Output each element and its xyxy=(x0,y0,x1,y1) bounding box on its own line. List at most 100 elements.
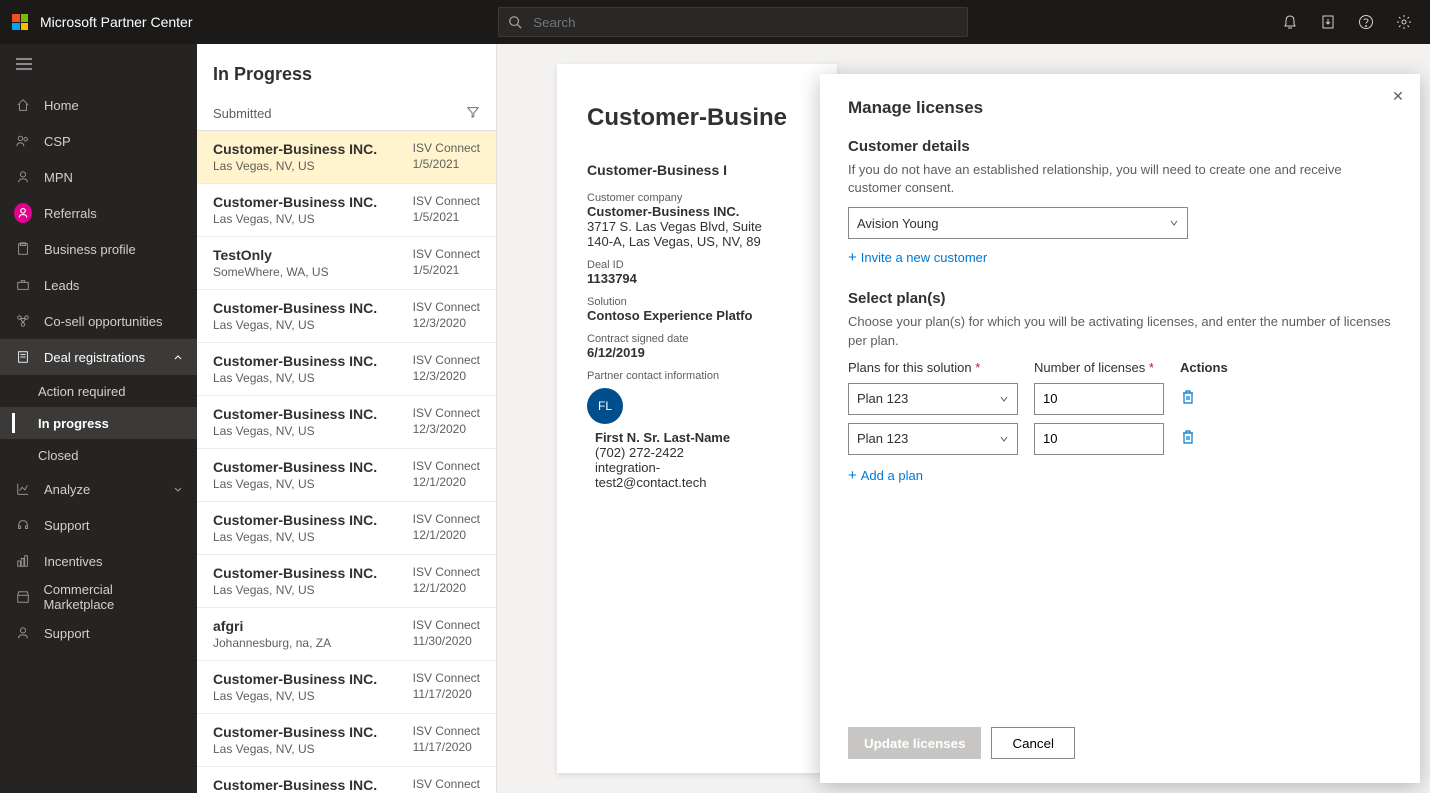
close-icon[interactable]: ✕ xyxy=(1384,82,1412,110)
customer-select[interactable]: Avision Young xyxy=(848,207,1188,239)
home-icon xyxy=(14,98,32,112)
deal-item[interactable]: Customer-Business INC. Las Vegas, NV, US… xyxy=(197,131,496,184)
detail-subtitle: Customer-Business I xyxy=(587,162,807,178)
plus-icon: + xyxy=(848,467,857,484)
nav-label: Incentives xyxy=(44,554,103,569)
chevron-down-icon xyxy=(999,434,1009,444)
avatar: FL xyxy=(587,388,623,424)
nav-support-2[interactable]: Support xyxy=(0,615,197,651)
add-plan-link[interactable]: + Add a plan xyxy=(848,467,923,484)
filter-icon[interactable] xyxy=(466,105,480,122)
top-icons xyxy=(1274,6,1420,38)
contact-name: First N. Sr. Last-Name xyxy=(595,430,807,445)
signed-label: Contract signed date xyxy=(587,333,807,345)
nav-deal-registrations[interactable]: Deal registrations xyxy=(0,339,197,375)
deal-item[interactable]: Customer-Business INC. Las Vegas, NV, US… xyxy=(197,502,496,555)
update-licenses-button[interactable]: Update licenses xyxy=(848,727,981,759)
deal-item[interactable]: Customer-Business INC. Las Vegas, NV, US… xyxy=(197,449,496,502)
plan-select[interactable]: Plan 123 xyxy=(848,383,1018,415)
detail-title: Customer-Busine xyxy=(587,104,807,132)
deal-date: 12/3/2020 xyxy=(413,316,480,330)
search-icon xyxy=(508,15,522,29)
nav-referrals[interactable]: Referrals xyxy=(0,195,197,231)
hamburger-icon[interactable] xyxy=(0,44,197,87)
deal-date: 12/1/2020 xyxy=(413,475,480,489)
chevron-up-icon xyxy=(173,350,183,365)
plan-select[interactable]: Plan 123 xyxy=(848,423,1018,455)
nav-label: Analyze xyxy=(44,482,90,497)
nav-incentives[interactable]: Incentives xyxy=(0,543,197,579)
deal-item[interactable]: Customer-Business INC. Las Vegas, NV, US… xyxy=(197,767,496,793)
deal-item[interactable]: Customer-Business INC. Las Vegas, NV, US… xyxy=(197,184,496,237)
deal-type: ISV Connect xyxy=(413,194,480,208)
chevron-down-icon xyxy=(1169,218,1179,228)
app-title: Microsoft Partner Center xyxy=(40,14,193,30)
deal-date: 12/1/2020 xyxy=(413,581,480,595)
nav-cosell[interactable]: Co-sell opportunities xyxy=(0,303,197,339)
delete-plan-button[interactable] xyxy=(1180,389,1240,408)
deal-type: ISV Connect xyxy=(413,353,480,367)
manage-licenses-panel: ✕ Manage licenses Customer details If yo… xyxy=(820,74,1420,783)
nav-csp[interactable]: CSP xyxy=(0,123,197,159)
deal-date: 11/30/2020 xyxy=(413,634,480,648)
select-plans-desc: Choose your plan(s) for which you will b… xyxy=(848,313,1392,349)
delete-plan-button[interactable] xyxy=(1180,429,1240,448)
nav-marketplace[interactable]: Commercial Marketplace xyxy=(0,579,197,615)
nav-home[interactable]: Home xyxy=(0,87,197,123)
solution-value: Contoso Experience Platfo xyxy=(587,308,807,323)
col-licenses: Number of licenses * xyxy=(1034,360,1164,375)
nav-sub-closed[interactable]: Closed xyxy=(0,439,197,471)
nav-sub-action-required[interactable]: Action required xyxy=(0,375,197,407)
deal-item[interactable]: TestOnly SomeWhere, WA, US ISV Connect 1… xyxy=(197,237,496,290)
nav-label: Referrals xyxy=(44,206,97,221)
help-icon[interactable] xyxy=(1350,6,1382,38)
deal-item[interactable]: Customer-Business INC. Las Vegas, NV, US… xyxy=(197,343,496,396)
download-icon[interactable] xyxy=(1312,6,1344,38)
deal-type: ISV Connect xyxy=(413,671,480,685)
customer-details-desc: If you do not have an established relati… xyxy=(848,161,1392,197)
deal-item[interactable]: Customer-Business INC. Las Vegas, NV, US… xyxy=(197,714,496,767)
deal-item[interactable]: Customer-Business INC. Las Vegas, NV, US… xyxy=(197,555,496,608)
users-icon xyxy=(14,134,32,148)
detail-card: Customer-Busine Customer-Business I Cust… xyxy=(557,64,837,773)
nav-leads[interactable]: Leads xyxy=(0,267,197,303)
license-count-input[interactable] xyxy=(1034,383,1164,415)
col-plans: Plans for this solution * xyxy=(848,360,1018,375)
nav-label: Business profile xyxy=(44,242,136,257)
notifications-icon[interactable] xyxy=(1274,6,1306,38)
nav-business-profile[interactable]: Business profile xyxy=(0,231,197,267)
deal-type: ISV Connect xyxy=(413,300,480,314)
search-input[interactable] xyxy=(498,7,968,37)
nav-sub-in-progress[interactable]: In progress xyxy=(0,407,197,439)
dealid-value: 1133794 xyxy=(587,271,807,286)
nav-label: Deal registrations xyxy=(44,350,145,365)
person-icon xyxy=(14,170,32,184)
deal-item[interactable]: Customer-Business INC. Las Vegas, NV, US… xyxy=(197,290,496,343)
cancel-button[interactable]: Cancel xyxy=(991,727,1075,759)
deal-list: In Progress Submitted Customer-Business … xyxy=(197,44,497,793)
settings-icon[interactable] xyxy=(1388,6,1420,38)
nav-label: Support xyxy=(44,626,90,641)
company-name: Customer-Business INC. xyxy=(587,204,807,219)
deal-date: 12/1/2020 xyxy=(413,528,480,542)
search-wrap xyxy=(498,7,968,37)
nav-mpn[interactable]: MPN xyxy=(0,159,197,195)
invite-customer-link[interactable]: + Invite a new customer xyxy=(848,249,987,266)
deal-type: ISV Connect xyxy=(413,565,480,579)
trash-icon xyxy=(1180,429,1196,445)
ms-logo xyxy=(12,14,28,30)
nav-label: CSP xyxy=(44,134,71,149)
nav-support[interactable]: Support xyxy=(0,507,197,543)
contact-email2: test2@contact.tech xyxy=(595,475,807,490)
nav-label: MPN xyxy=(44,170,73,185)
deal-item[interactable]: afgri Johannesburg, na, ZA ISV Connect 1… xyxy=(197,608,496,661)
deal-item[interactable]: Customer-Business INC. Las Vegas, NV, US… xyxy=(197,396,496,449)
chevron-down-icon xyxy=(999,394,1009,404)
filter-label: Submitted xyxy=(213,106,272,121)
deal-date: 1/5/2021 xyxy=(413,263,480,277)
nav-analyze[interactable]: Analyze xyxy=(0,471,197,507)
plus-icon: + xyxy=(848,249,857,266)
dealid-label: Deal ID xyxy=(587,259,807,271)
deal-item[interactable]: Customer-Business INC. Las Vegas, NV, US… xyxy=(197,661,496,714)
license-count-input[interactable] xyxy=(1034,423,1164,455)
